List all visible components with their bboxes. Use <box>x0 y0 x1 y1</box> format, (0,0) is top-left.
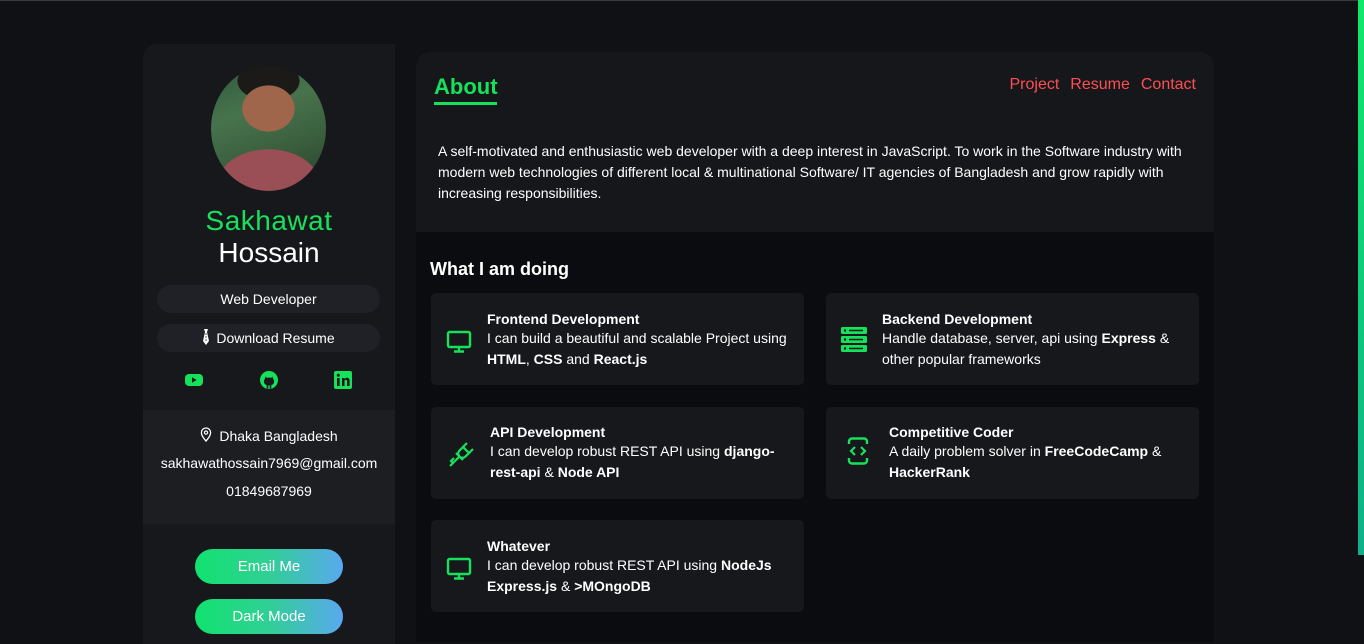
service-card: API Development I can develop robust RES… <box>431 407 804 499</box>
github-icon[interactable] <box>258 369 280 391</box>
server-icon <box>840 325 868 353</box>
email-text[interactable]: sakhawathossain7969@gmail.com <box>143 455 395 471</box>
card-title: API Development <box>490 424 606 440</box>
location-row: Dhaka Bangladesh <box>143 427 395 445</box>
section-title: What I am doing <box>430 259 569 279</box>
active-tab-underline <box>434 102 497 105</box>
card-description: I can develop robust REST API using Node… <box>487 557 772 594</box>
profile-sidebar: Sakhawat Hossain Web Developer Download … <box>143 44 395 644</box>
location-text: Dhaka Bangladesh <box>219 428 338 444</box>
email-me-button[interactable]: Email Me <box>195 549 343 584</box>
monitor-icon <box>445 327 473 355</box>
card-description: I can develop robust REST API using djan… <box>490 443 775 480</box>
social-links <box>143 369 395 391</box>
about-section: About Project Resume Contact A self-moti… <box>416 52 1214 232</box>
card-title: Backend Development <box>882 311 1033 327</box>
linkedin-icon[interactable] <box>332 369 354 391</box>
service-card: Backend Development Handle database, ser… <box>826 293 1199 385</box>
about-text: A self-motivated and enthusiastic web de… <box>438 143 1182 201</box>
avatar <box>211 66 326 191</box>
contact-info: Dhaka Bangladesh sakhawathossain7969@gma… <box>143 410 395 524</box>
download-resume-label: Download Resume <box>216 330 335 346</box>
youtube-icon[interactable] <box>183 369 205 391</box>
last-name: Hossain <box>218 237 320 268</box>
card-description: I can build a beautiful and scalable Pro… <box>487 330 787 367</box>
tab-about[interactable]: About <box>434 74 498 100</box>
top-border <box>0 0 1364 1</box>
download-resume-button[interactable]: Download Resume <box>157 324 380 352</box>
top-nav: Project Resume Contact <box>1009 76 1196 94</box>
card-description: Handle database, server, api using Expre… <box>882 330 1170 367</box>
location-pin-icon <box>200 427 212 445</box>
first-name: Sakhawat <box>205 205 333 236</box>
card-title: Competitive Coder <box>889 424 1014 440</box>
tie-icon <box>202 328 210 348</box>
service-card: Competitive Coder A daily problem solver… <box>826 407 1199 499</box>
dark-mode-button[interactable]: Dark Mode <box>195 599 343 634</box>
service-card: Frontend Development I can build a beaut… <box>431 293 804 385</box>
phone-text[interactable]: 01849687969 <box>143 483 395 499</box>
nav-resume[interactable]: Resume <box>1070 76 1130 94</box>
service-card: Whatever I can develop robust REST API u… <box>431 520 804 612</box>
job-title: Web Developer <box>220 291 317 307</box>
main-panel: About Project Resume Contact A self-moti… <box>416 52 1214 642</box>
nav-project[interactable]: Project <box>1009 76 1059 94</box>
job-title-badge: Web Developer <box>157 285 380 313</box>
code-phone-icon <box>844 437 872 465</box>
card-description: A daily problem solver in FreeCodeCamp &… <box>889 443 1162 480</box>
monitor-icon <box>445 554 473 582</box>
card-title: Whatever <box>487 538 551 554</box>
card-title: Frontend Development <box>487 311 640 327</box>
nav-contact[interactable]: Contact <box>1141 76 1196 94</box>
scrollbar-thumb[interactable] <box>1358 0 1364 555</box>
plug-icon <box>447 441 475 469</box>
